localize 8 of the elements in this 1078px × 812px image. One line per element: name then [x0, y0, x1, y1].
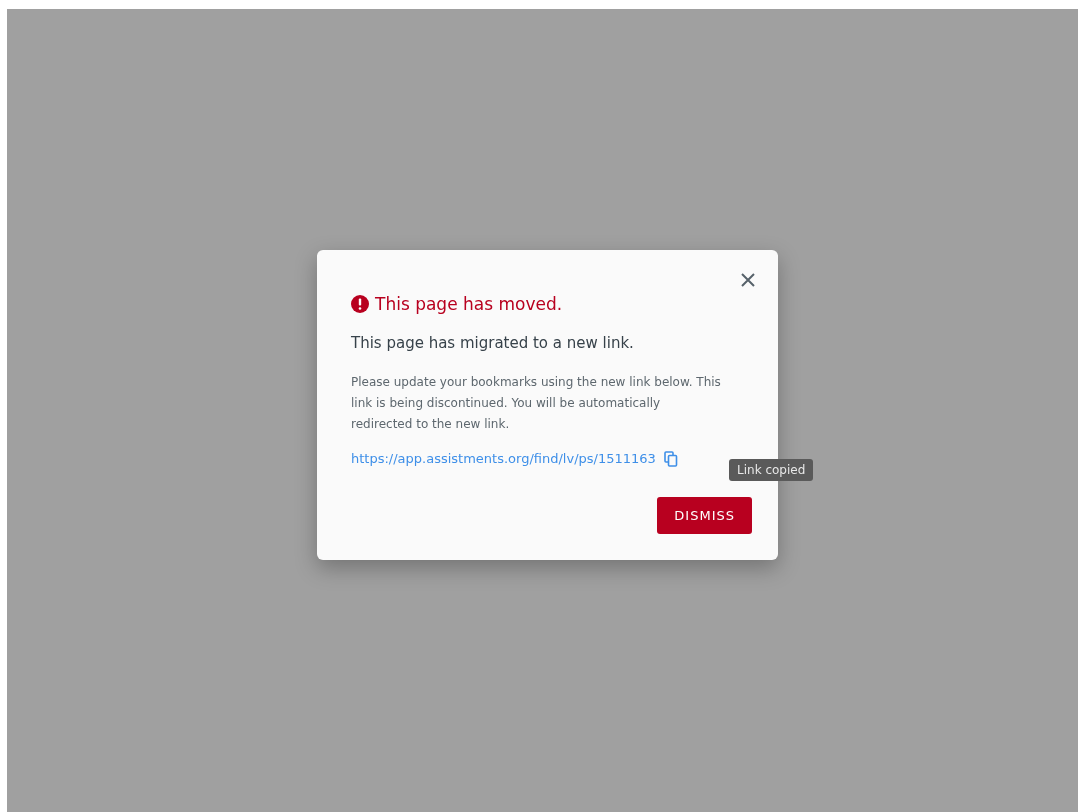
dialog-title: This page has moved. [375, 293, 563, 314]
close-icon [740, 271, 756, 288]
copy-icon[interactable] [663, 450, 678, 467]
dialog-subtitle: This page has migrated to a new link. [351, 333, 635, 352]
alert-icon [351, 294, 369, 313]
copied-tooltip: Link copied [729, 458, 814, 481]
dismiss-button[interactable]: DISMISS [657, 496, 752, 534]
dialog-message: Please update your bookmarks using the new link below. This link is being discontinued. You will be automatically redirected to the new link. [351, 373, 721, 433]
